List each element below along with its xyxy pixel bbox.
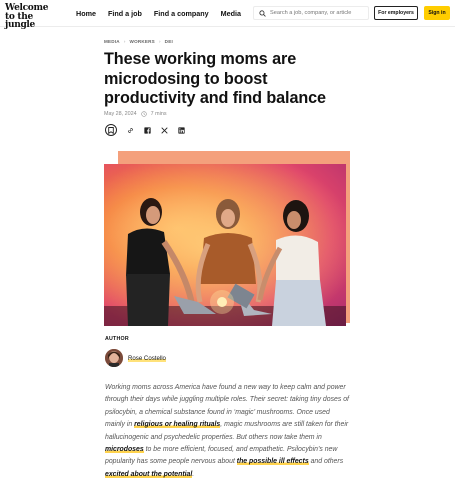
bookmark-button[interactable] — [105, 124, 117, 136]
nav-home[interactable]: Home — [76, 9, 96, 18]
article-intro: Working moms across America have found a… — [105, 382, 351, 481]
nav-media[interactable]: Media — [221, 9, 241, 18]
main-nav: Home Find a job Find a company Media — [76, 9, 241, 18]
link-microdoses[interactable]: microdoses — [105, 446, 144, 454]
breadcrumb-workers[interactable]: WORKERS — [130, 39, 155, 44]
article-meta: May 28, 2024 7 mins — [104, 111, 167, 117]
read-time: 7 mins — [150, 111, 167, 117]
breadcrumb: MEDIA › WORKERS › DEI — [104, 39, 173, 44]
link-possible-ill-effects[interactable]: the possible ill effects — [236, 458, 309, 466]
for-employers-button[interactable]: For employers — [374, 6, 418, 20]
author-name-link[interactable]: Rose Costello — [128, 354, 166, 362]
x-icon[interactable] — [161, 126, 168, 134]
publish-date: May 28, 2024 — [104, 111, 137, 117]
search-input[interactable] — [270, 10, 368, 16]
nav-find-a-company[interactable]: Find a company — [154, 9, 209, 18]
intro-text: and others — [308, 458, 344, 466]
intro-text: . — [192, 470, 195, 478]
logo-line-2: to the jungle — [5, 11, 35, 30]
share-bar — [105, 124, 185, 136]
hero-image-container — [104, 151, 350, 327]
link-excited-about-potential[interactable]: excited about the potential — [105, 470, 193, 478]
breadcrumb-media[interactable]: MEDIA — [104, 39, 120, 44]
hero-photo — [104, 164, 346, 326]
search-icon — [259, 9, 266, 17]
sign-in-button[interactable]: Sign in — [424, 6, 450, 20]
nav-find-a-job[interactable]: Find a job — [108, 9, 142, 18]
facebook-icon[interactable] — [144, 126, 151, 134]
link-icon[interactable] — [127, 127, 134, 134]
search-box[interactable] — [253, 6, 369, 20]
author-label: AUTHOR — [105, 336, 129, 342]
site-logo[interactable]: Welcome to the jungle — [5, 4, 60, 30]
author-avatar[interactable] — [105, 349, 123, 367]
site-header: Welcome to the jungle Home Find a job Fi… — [0, 0, 455, 30]
article-title: These working moms are microdosing to bo… — [104, 50, 326, 108]
hero-illustration — [104, 164, 346, 326]
author-block: Rose Costello — [105, 349, 166, 367]
breadcrumb-dei[interactable]: DEI — [165, 39, 173, 44]
breadcrumb-separator: › — [123, 39, 126, 44]
bookmark-icon — [108, 126, 114, 134]
breadcrumb-separator: › — [158, 39, 161, 44]
linkedin-icon[interactable] — [178, 126, 185, 134]
link-religious-rituals[interactable]: religious or healing rituals — [134, 421, 221, 429]
avatar-image — [105, 349, 123, 367]
clock-icon — [140, 111, 147, 117]
